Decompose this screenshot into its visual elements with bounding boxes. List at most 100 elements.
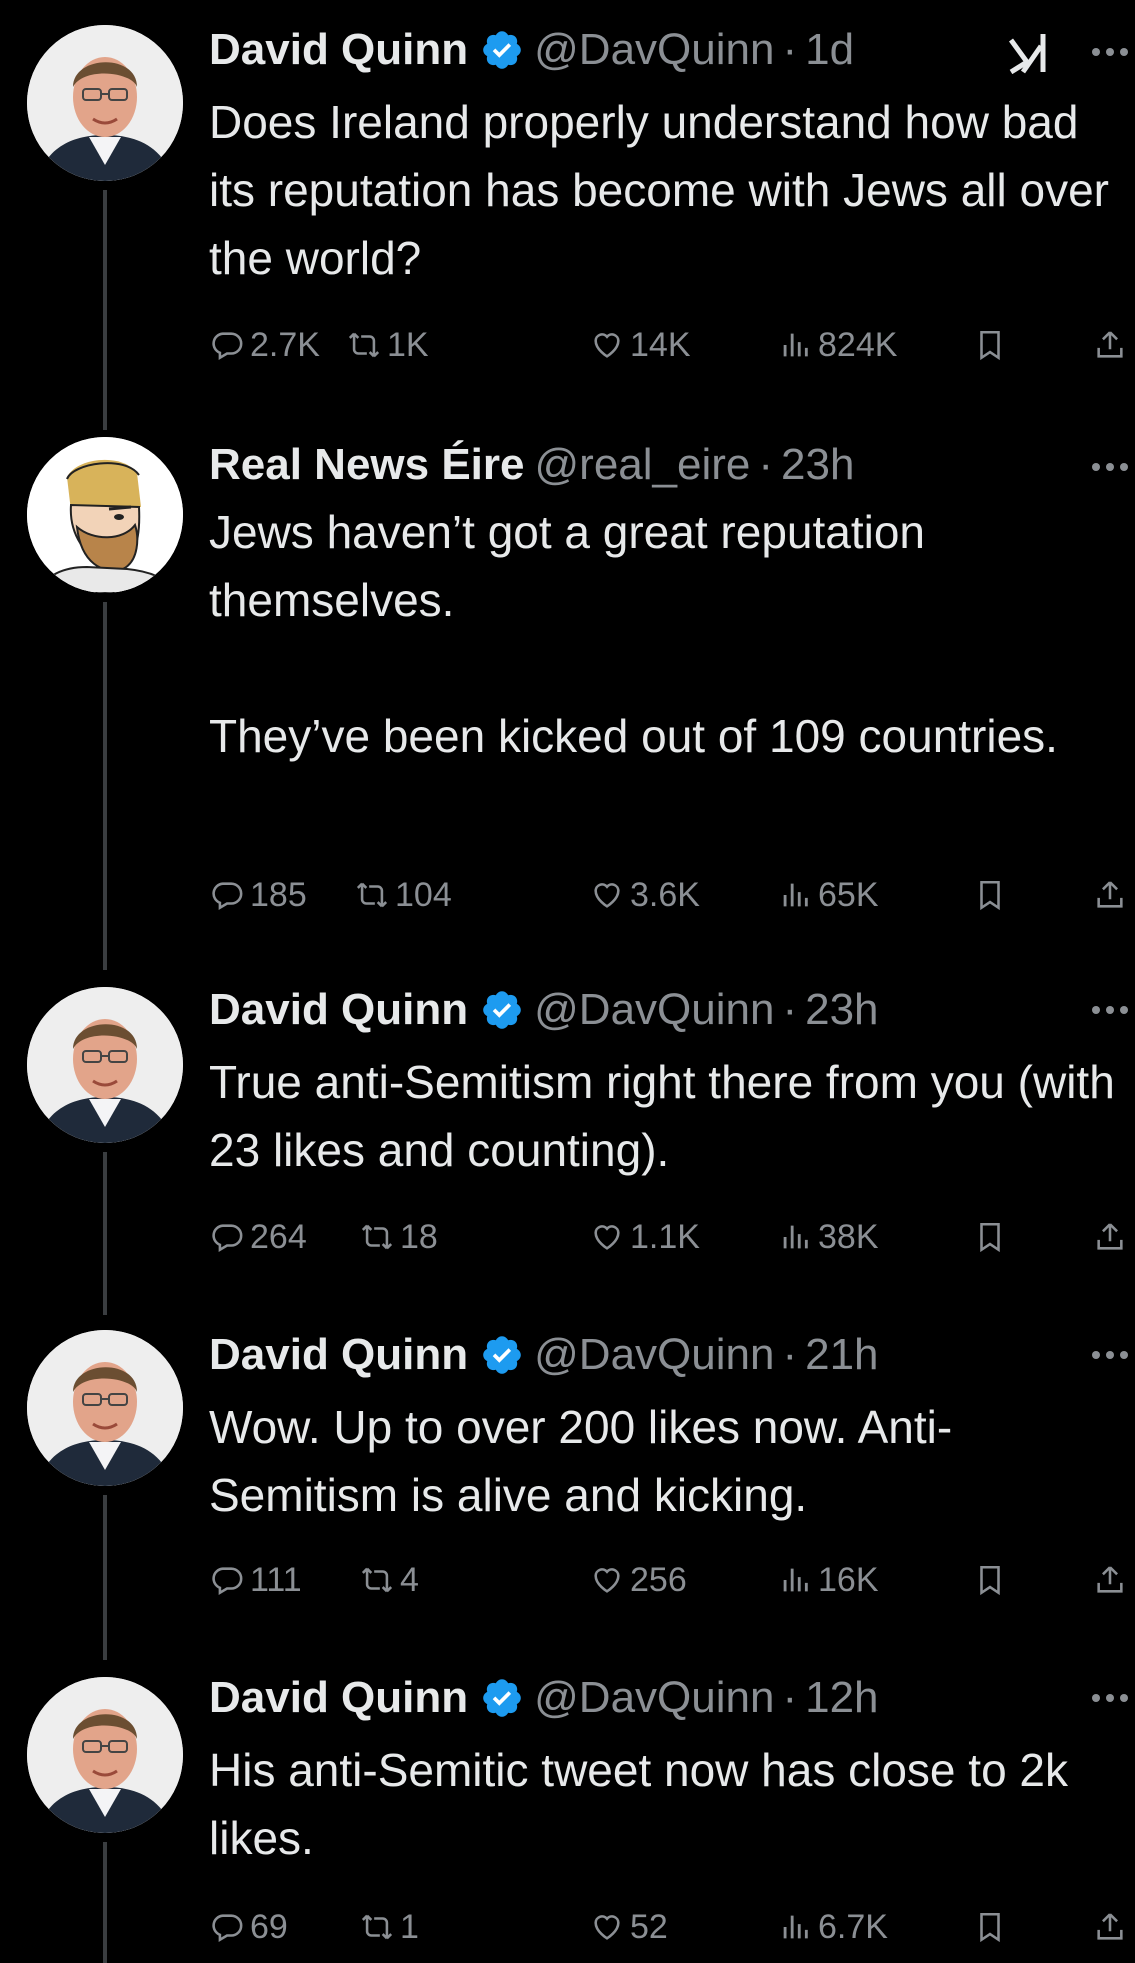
grok-icon[interactable] <box>1005 30 1055 74</box>
avatar[interactable] <box>27 1677 183 1833</box>
timestamp[interactable]: 21h <box>805 1325 878 1385</box>
bookmark-button[interactable] <box>973 1212 1013 1262</box>
verified-badge-icon[interactable] <box>480 988 524 1032</box>
thread-connector-line <box>103 190 107 430</box>
avatar[interactable] <box>27 437 183 593</box>
timestamp[interactable]: 12h <box>805 1668 878 1728</box>
tweet-text: Jews haven’t got a great reputation them… <box>209 506 1058 762</box>
separator-dot: · <box>782 25 798 74</box>
username-handle[interactable]: @DavQuinn <box>534 1668 774 1728</box>
views-count: 16K <box>818 1560 879 1599</box>
repost-button[interactable]: 1 <box>360 1902 419 1952</box>
like-button[interactable]: 1.1K <box>590 1212 700 1262</box>
like-count: 256 <box>630 1560 687 1599</box>
bookmark-button[interactable] <box>973 1555 1013 1605</box>
reply-button[interactable]: 69 <box>210 1902 288 1952</box>
views-button[interactable]: 65K <box>778 870 879 920</box>
verified-badge-icon[interactable] <box>480 1333 524 1377</box>
like-button[interactable]: 52 <box>590 1902 668 1952</box>
views-count: 65K <box>818 875 879 914</box>
views-chart-icon <box>778 328 812 362</box>
repost-icon <box>360 1910 394 1944</box>
username-handle[interactable]: @real_eire <box>535 435 751 495</box>
like-button[interactable]: 3.6K <box>590 870 700 920</box>
bookmark-icon <box>973 1563 1007 1597</box>
verified-badge-icon[interactable] <box>480 1676 524 1720</box>
views-chart-icon <box>778 1563 812 1597</box>
repost-count: 4 <box>400 1560 419 1599</box>
username-handle[interactable]: @DavQuinn <box>534 20 774 80</box>
username-handle[interactable]: @DavQuinn <box>534 980 774 1040</box>
display-name[interactable]: David Quinn <box>209 20 468 80</box>
avatar[interactable] <box>27 1330 183 1486</box>
display-name[interactable]: David Quinn <box>209 1668 468 1728</box>
reply-button[interactable]: 185 <box>210 870 307 920</box>
display-name[interactable]: David Quinn <box>209 1325 468 1385</box>
heart-icon <box>590 878 624 912</box>
person-photo-icon <box>27 1677 183 1833</box>
avatar[interactable] <box>27 25 183 181</box>
share-button[interactable] <box>1093 1212 1133 1262</box>
reply-count: 69 <box>250 1907 288 1946</box>
share-button[interactable] <box>1093 870 1133 920</box>
timestamp[interactable]: 23h <box>805 980 878 1040</box>
more-options-icon[interactable] <box>1088 1688 1133 1708</box>
reply-count: 264 <box>250 1217 307 1256</box>
reply-icon <box>210 1220 244 1254</box>
bookmark-icon <box>973 878 1007 912</box>
timestamp[interactable]: 23h <box>781 435 854 495</box>
tweet-header: David Quinn @DavQuinn · 23h <box>209 980 1109 1040</box>
bookmark-button[interactable] <box>973 1902 1013 1952</box>
reply-button[interactable]: 264 <box>210 1212 307 1262</box>
display-name[interactable]: Real News Éire <box>209 435 525 495</box>
display-name[interactable]: David Quinn <box>209 980 468 1040</box>
avatar[interactable] <box>27 987 183 1143</box>
reply-button[interactable]: 2.7K <box>210 320 320 370</box>
share-button[interactable] <box>1093 320 1133 370</box>
tweet[interactable]: David Quinn @DavQuinn · 1d Does Ireland … <box>0 0 1135 430</box>
tweet[interactable]: David Quinn @DavQuinn · 21h Wow. Up to o… <box>0 1315 1135 1660</box>
views-button[interactable]: 38K <box>778 1212 879 1262</box>
verified-badge-icon[interactable] <box>480 28 524 72</box>
repost-icon <box>355 878 389 912</box>
more-options-icon[interactable] <box>1088 457 1133 477</box>
tweet[interactable]: Real News Éire @real_eire · 23h Jews hav… <box>0 430 1135 970</box>
person-photo-icon <box>27 25 183 181</box>
share-button[interactable] <box>1093 1902 1133 1952</box>
tweet[interactable]: David Quinn @DavQuinn · 12h His anti-Sem… <box>0 1660 1135 1963</box>
repost-button[interactable]: 104 <box>355 870 452 920</box>
more-options-icon[interactable] <box>1088 1345 1133 1365</box>
tweet-text: Does Ireland properly understand how bad… <box>209 96 1122 284</box>
views-count: 38K <box>818 1217 879 1256</box>
bookmark-button[interactable] <box>973 870 1013 920</box>
separator-dot: · <box>782 1673 798 1722</box>
repost-count: 104 <box>395 875 452 914</box>
views-count: 6.7K <box>818 1907 888 1946</box>
more-options-icon[interactable] <box>1088 42 1133 62</box>
share-icon <box>1093 878 1127 912</box>
separator-dot: · <box>758 440 774 489</box>
views-chart-icon <box>778 1220 812 1254</box>
tweet-text: Wow. Up to over 200 likes now. Anti-Semi… <box>209 1401 953 1521</box>
person-photo-icon <box>27 1330 183 1486</box>
views-button[interactable]: 16K <box>778 1555 879 1605</box>
timestamp[interactable]: 1d <box>805 20 854 80</box>
bookmark-icon <box>973 1220 1007 1254</box>
more-options-icon[interactable] <box>1088 1000 1133 1020</box>
views-button[interactable]: 6.7K <box>778 1902 888 1952</box>
repost-button[interactable]: 4 <box>360 1555 419 1605</box>
repost-count: 18 <box>400 1217 438 1256</box>
like-button[interactable]: 14K <box>590 320 691 370</box>
tweet-header: David Quinn @DavQuinn · 12h <box>209 1668 1109 1728</box>
views-button[interactable]: 824K <box>778 320 897 370</box>
username-handle[interactable]: @DavQuinn <box>534 1325 774 1385</box>
reply-icon <box>210 328 244 362</box>
repost-button[interactable]: 18 <box>360 1212 438 1262</box>
like-button[interactable]: 256 <box>590 1555 687 1605</box>
repost-button[interactable]: 1K <box>347 320 429 370</box>
tweet[interactable]: David Quinn @DavQuinn · 23h True anti-Se… <box>0 970 1135 1315</box>
share-button[interactable] <box>1093 1555 1133 1605</box>
reply-button[interactable]: 111 <box>210 1555 302 1605</box>
bookmark-button[interactable] <box>973 320 1013 370</box>
share-icon <box>1093 1220 1127 1254</box>
